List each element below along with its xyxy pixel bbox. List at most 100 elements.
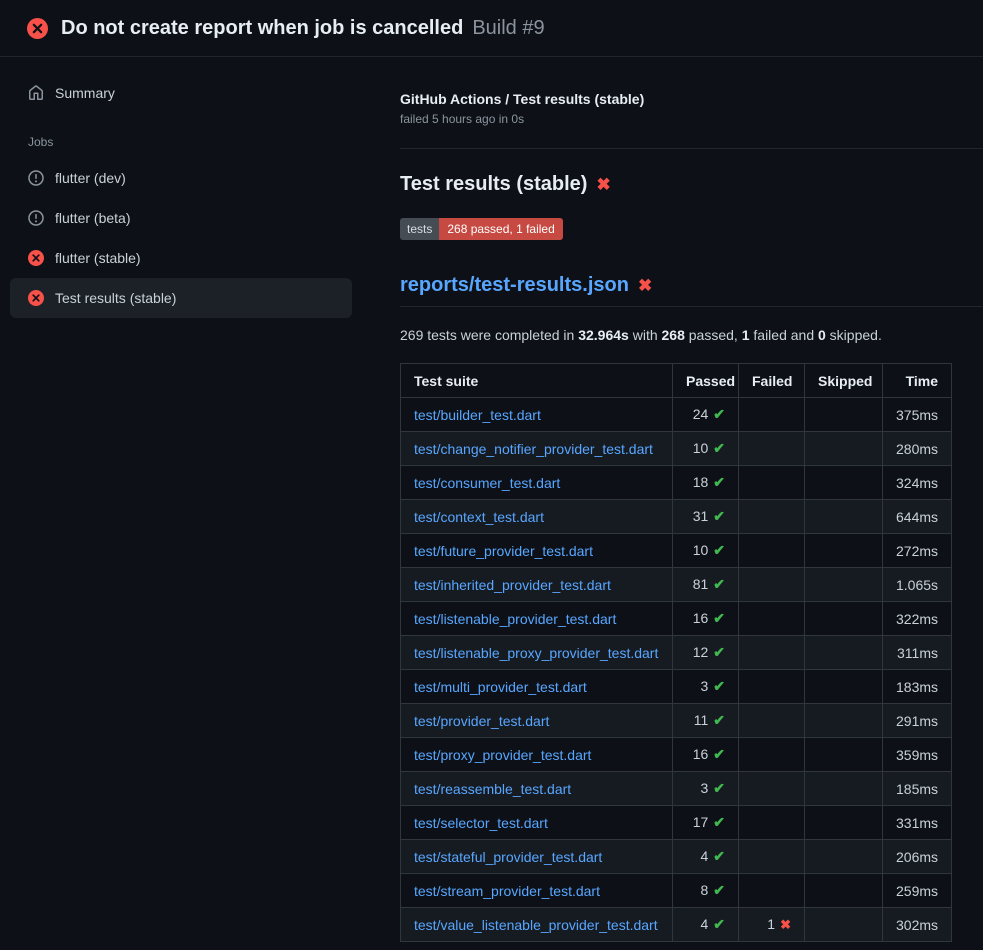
failed-cell [739, 568, 805, 602]
divider [400, 148, 983, 149]
passed-cell: 11✔ [673, 704, 739, 738]
failed-cell [739, 636, 805, 670]
table-row: test/value_listenable_provider_test.dart… [401, 908, 952, 942]
time-cell: 331ms [883, 806, 952, 840]
test-suite-link[interactable]: test/multi_provider_test.dart [414, 679, 587, 695]
failed-status-icon [28, 250, 44, 266]
test-suite-link[interactable]: test/value_listenable_provider_test.dart [414, 917, 658, 933]
check-icon: ✔ [713, 406, 725, 422]
page-title: Do not create report when job is cancell… [61, 17, 463, 40]
report-title: reports/test-results.json ✖ [400, 274, 983, 307]
test-suite-link[interactable]: test/change_notifier_provider_test.dart [414, 441, 653, 457]
test-suite-link[interactable]: test/consumer_test.dart [414, 475, 560, 491]
col-header-failed: Failed [739, 364, 805, 398]
time-cell: 375ms [883, 398, 952, 432]
passed-cell: 10✔ [673, 534, 739, 568]
check-icon: ✔ [713, 508, 725, 524]
check-icon: ✔ [713, 678, 725, 694]
skipped-cell [805, 398, 883, 432]
test-suite-link[interactable]: test/selector_test.dart [414, 815, 548, 831]
time-cell: 259ms [883, 874, 952, 908]
results-table: Test suite Passed Failed Skipped Time te… [400, 363, 952, 942]
table-header-row: Test suite Passed Failed Skipped Time [401, 364, 952, 398]
table-row: test/inherited_provider_test.dart 81✔ 1.… [401, 568, 952, 602]
skipped-cell [805, 908, 883, 942]
skipped-cell [805, 636, 883, 670]
check-icon: ✔ [713, 882, 725, 898]
test-suite-link[interactable]: test/reassemble_test.dart [414, 781, 571, 797]
skipped-cell [805, 568, 883, 602]
test-suite-link[interactable]: test/inherited_provider_test.dart [414, 577, 611, 593]
passed-cell: 3✔ [673, 772, 739, 806]
time-cell: 644ms [883, 500, 952, 534]
sidebar-item-flutter-beta[interactable]: flutter (beta) [10, 198, 352, 238]
test-suite-link[interactable]: test/builder_test.dart [414, 407, 541, 423]
time-cell: 280ms [883, 432, 952, 466]
passed-cell: 4✔ [673, 840, 739, 874]
passed-cell: 81✔ [673, 568, 739, 602]
skipped-cell [805, 704, 883, 738]
sidebar-item-test-results-stable[interactable]: Test results (stable) [10, 278, 352, 318]
check-icon: ✔ [713, 746, 725, 762]
skipped-cell [805, 738, 883, 772]
sidebar-item-label: flutter (stable) [55, 250, 141, 266]
failed-cell [739, 840, 805, 874]
col-header-time: Time [883, 364, 952, 398]
skipped-cell [805, 840, 883, 874]
test-suite-link[interactable]: test/listenable_proxy_provider_test.dart [414, 645, 658, 661]
failed-cell [739, 704, 805, 738]
test-suite-link[interactable]: test/stream_provider_test.dart [414, 883, 600, 899]
test-suite-link[interactable]: test/proxy_provider_test.dart [414, 747, 591, 763]
passed-cell: 4✔ [673, 908, 739, 942]
time-cell: 359ms [883, 738, 952, 772]
passed-cell: 3✔ [673, 670, 739, 704]
time-cell: 185ms [883, 772, 952, 806]
skipped-cell [805, 874, 883, 908]
failed-cell [739, 432, 805, 466]
col-header-test-suite: Test suite [401, 364, 673, 398]
sidebar-item-summary[interactable]: Summary [10, 73, 352, 113]
check-icon: ✔ [713, 780, 725, 796]
passed-cell: 8✔ [673, 874, 739, 908]
failed-cell [739, 738, 805, 772]
failed-cell [739, 398, 805, 432]
failed-cell [739, 772, 805, 806]
test-suite-link[interactable]: test/provider_test.dart [414, 713, 549, 729]
test-suite-link[interactable]: test/context_test.dart [414, 509, 544, 525]
time-cell: 291ms [883, 704, 952, 738]
passed-cell: 17✔ [673, 806, 739, 840]
test-suite-link[interactable]: test/listenable_provider_test.dart [414, 611, 616, 627]
skipped-cell [805, 534, 883, 568]
failed-cell [739, 806, 805, 840]
check-icon: ✔ [713, 848, 725, 864]
skipped-cell [805, 602, 883, 636]
passed-cell: 12✔ [673, 636, 739, 670]
jobs-section-label: Jobs [0, 113, 370, 158]
check-icon: ✔ [713, 474, 725, 490]
failed-cell [739, 602, 805, 636]
time-cell: 1.065s [883, 568, 952, 602]
table-row: test/listenable_provider_test.dart 16✔ 3… [401, 602, 952, 636]
passed-cell: 10✔ [673, 432, 739, 466]
skipped-cell [805, 500, 883, 534]
time-cell: 324ms [883, 466, 952, 500]
col-header-skipped: Skipped [805, 364, 883, 398]
sidebar-item-flutter-dev[interactable]: flutter (dev) [10, 158, 352, 198]
failed-cell [739, 670, 805, 704]
table-row: test/provider_test.dart 11✔ 291ms [401, 704, 952, 738]
table-row: test/multi_provider_test.dart 3✔ 183ms [401, 670, 952, 704]
skipped-cell [805, 466, 883, 500]
sidebar-item-label: Test results (stable) [55, 290, 176, 306]
status-line: failed 5 hours ago in 0s [400, 112, 983, 126]
sidebar-item-flutter-stable[interactable]: flutter (stable) [10, 238, 352, 278]
skipped-cell [805, 772, 883, 806]
x-icon: ✖ [780, 917, 791, 932]
check-icon: ✔ [713, 440, 725, 456]
sidebar-item-label: flutter (dev) [55, 170, 126, 186]
test-suite-link[interactable]: test/stateful_provider_test.dart [414, 849, 602, 865]
time-cell: 206ms [883, 840, 952, 874]
report-file-link[interactable]: reports/test-results.json [400, 274, 629, 297]
test-suite-link[interactable]: test/future_provider_test.dart [414, 543, 593, 559]
section-title-text: Test results (stable) [400, 173, 587, 196]
skipped-cell [805, 670, 883, 704]
